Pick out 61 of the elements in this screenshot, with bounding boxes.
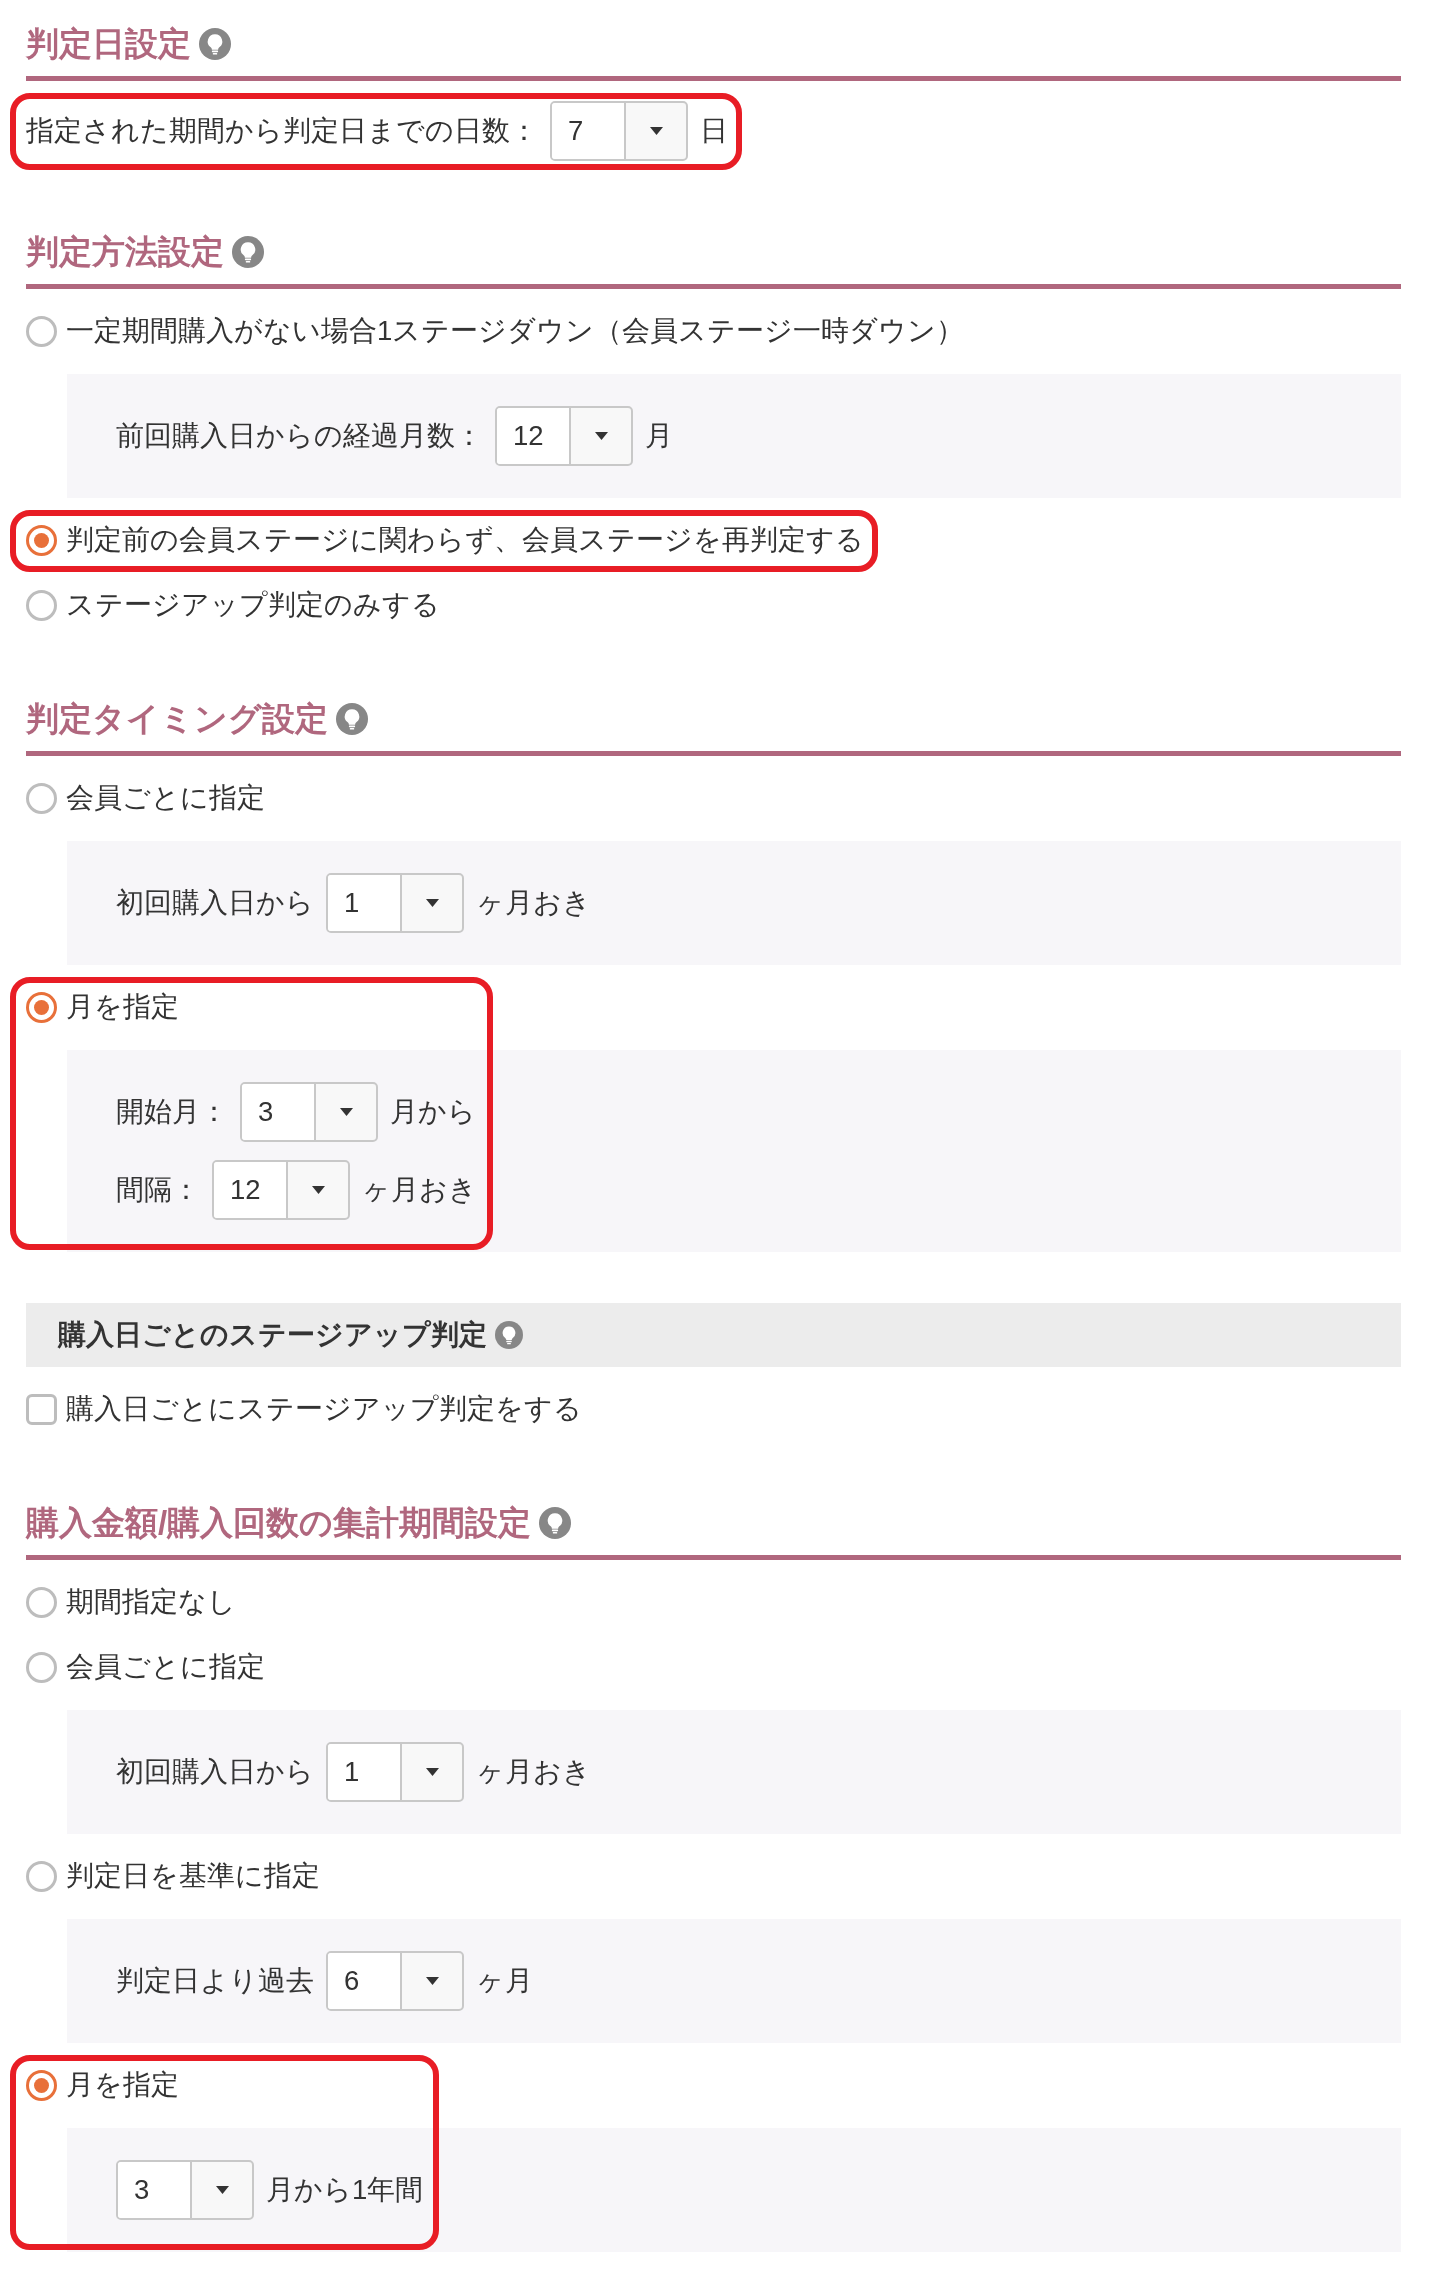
radio-icon[interactable] — [26, 316, 57, 347]
field-label: 開始月： — [116, 1094, 228, 1129]
caret-icon — [425, 899, 439, 907]
unit-label: ヶ月おき — [476, 1754, 591, 1789]
unit-label: ヶ月 — [476, 1963, 533, 1998]
lightbulb-icon[interactable] — [232, 236, 264, 268]
caret-icon — [425, 1977, 439, 1985]
field-label: 指定された期間から判定日までの日数： — [26, 113, 538, 148]
dropdown-select[interactable]: 12 — [495, 406, 633, 466]
unit-label: 月 — [645, 418, 673, 453]
caret-icon — [215, 2186, 229, 2194]
radio-option[interactable]: 判定日を基準に指定 — [26, 1854, 320, 1899]
lightbulb-icon[interactable] — [495, 1321, 523, 1349]
checkbox-option[interactable]: 購入日ごとにステージアップ判定をする — [26, 1387, 582, 1432]
caret-icon — [339, 1108, 353, 1116]
radio-option[interactable]: 月を指定 — [26, 985, 179, 1030]
unit-label: 月から — [390, 1094, 476, 1129]
unit-label: ヶ月おき — [476, 885, 591, 920]
unit-label: ヶ月おき — [362, 1172, 477, 1207]
field-label: 判定日より過去 — [116, 1963, 314, 1998]
section-heading: 購入金額/購入回数の集計期間設定 — [26, 1503, 532, 1543]
dropdown-select[interactable]: 3 — [240, 1082, 378, 1142]
radio-option[interactable]: 期間指定なし — [26, 1580, 236, 1625]
section-heading: 購入日ごとのステージアップ判定 — [58, 1317, 487, 1352]
radio-option[interactable]: 判定前の会員ステージに関わらず、会員ステージを再判定する — [26, 518, 864, 563]
radio-icon[interactable] — [26, 992, 57, 1023]
lightbulb-icon[interactable] — [539, 1507, 572, 1539]
dropdown-select[interactable]: 3 — [116, 2160, 254, 2220]
radio-option[interactable]: 一定期間購入がない場合1ステージダウン（会員ステージ一時ダウン） — [26, 309, 965, 354]
unit-label: 日 — [700, 113, 728, 148]
field-label: 前回購入日からの経過月数： — [116, 418, 483, 453]
caret-icon — [311, 1186, 325, 1194]
lightbulb-icon[interactable] — [199, 28, 231, 60]
dropdown-select[interactable]: 12 — [212, 1160, 350, 1220]
lightbulb-icon[interactable] — [336, 703, 368, 735]
caret-icon — [425, 1768, 439, 1776]
radio-icon[interactable] — [26, 525, 57, 556]
field-label: 間隔： — [116, 1172, 200, 1207]
radio-icon[interactable] — [26, 1652, 57, 1683]
unit-label: 月から1年間 — [266, 2172, 424, 2207]
checkbox-icon[interactable] — [26, 1394, 57, 1425]
radio-icon[interactable] — [26, 590, 57, 621]
caret-icon — [649, 127, 663, 135]
dropdown-select[interactable]: 7 — [550, 101, 688, 161]
radio-icon[interactable] — [26, 1861, 57, 1892]
field-label: 初回購入日から — [116, 885, 314, 920]
radio-icon[interactable] — [26, 1587, 57, 1618]
radio-option[interactable]: 会員ごとに指定 — [26, 1645, 265, 1690]
dropdown-select[interactable]: 6 — [326, 1951, 464, 2011]
radio-option[interactable]: ステージアップ判定のみする — [26, 583, 440, 628]
dropdown-select[interactable]: 1 — [326, 1742, 464, 1802]
radio-option[interactable]: 月を指定 — [26, 2063, 179, 2108]
radio-option[interactable]: 会員ごとに指定 — [26, 776, 265, 821]
dropdown-select[interactable]: 1 — [326, 873, 464, 933]
section-heading: 判定方法設定 — [26, 232, 224, 272]
caret-icon — [594, 432, 608, 440]
field-label: 初回購入日から — [116, 1754, 314, 1789]
section-heading: 判定日設定 — [26, 24, 191, 64]
section-heading: 判定タイミング設定 — [26, 699, 328, 739]
radio-icon[interactable] — [26, 2070, 57, 2101]
radio-icon[interactable] — [26, 783, 57, 814]
